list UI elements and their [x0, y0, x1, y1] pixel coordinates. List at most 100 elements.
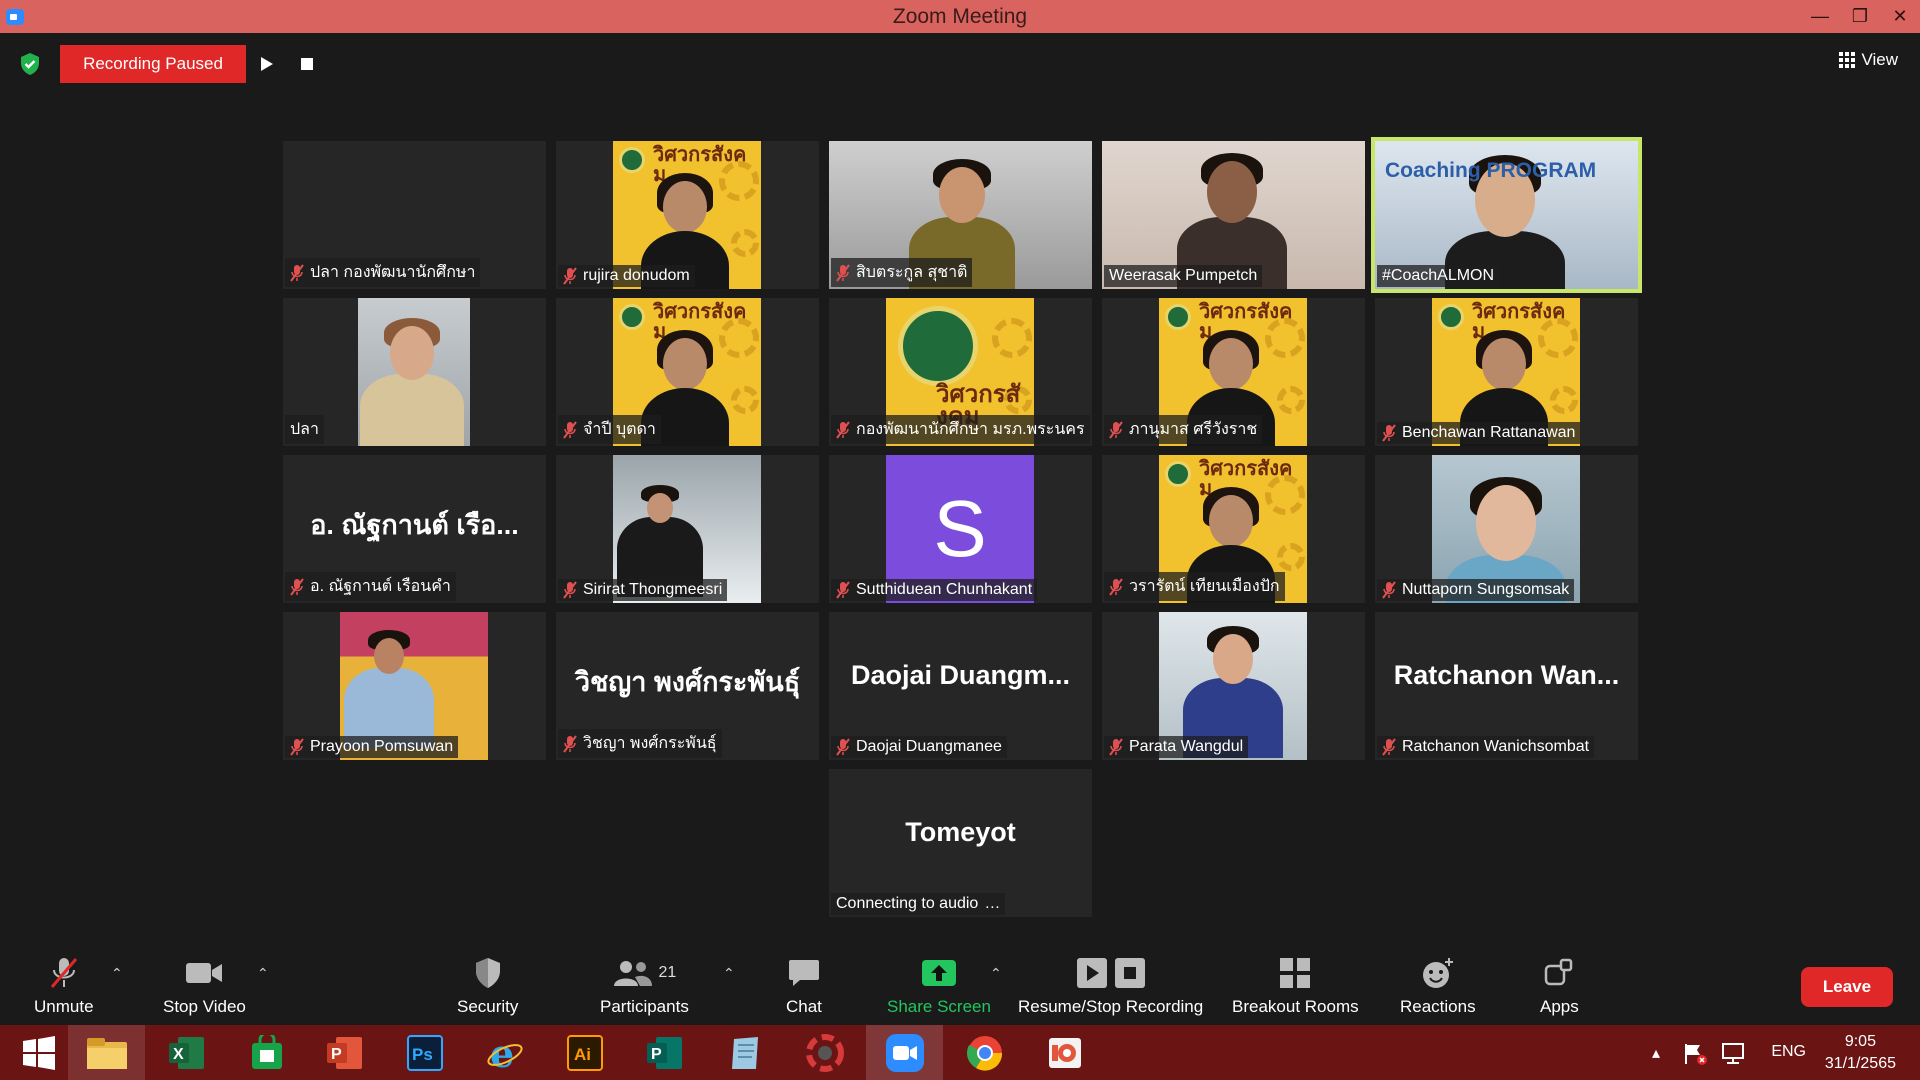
- excel-icon[interactable]: X: [148, 1025, 225, 1080]
- stop-video-button[interactable]: Stop Video: [163, 955, 246, 1017]
- participant-tile[interactable]: วิศวกรสังคม Benchawan Rattanawan: [1375, 298, 1638, 446]
- participant-tile[interactable]: วิชญา พงศ์กระพันธุ์ วิชญา พงศ์กระพันธุ์: [556, 612, 819, 760]
- participant-tile[interactable]: Sirirat Thongmeesri: [556, 455, 819, 603]
- microphone-muted-icon: [1382, 424, 1396, 442]
- participant-tile[interactable]: S Sutthiduean Chunhakant: [829, 455, 1092, 603]
- participant-face: [939, 167, 985, 223]
- window-controls: — ❐ ✕: [1800, 0, 1920, 33]
- network-icon[interactable]: [1720, 1042, 1746, 1066]
- participants-label: Participants: [600, 997, 689, 1016]
- audio-options-chevron-up-icon[interactable]: ⌃: [111, 965, 123, 982]
- participant-tile[interactable]: Parata Wangdul: [1102, 612, 1365, 760]
- participant-face: [1213, 634, 1253, 684]
- minimize-icon[interactable]: —: [1800, 0, 1840, 33]
- participant-tile[interactable]: วิศวกรสังคม จำปี บุตดา: [556, 298, 819, 446]
- participant-tile[interactable]: วิศวกรสังคมกองพัฒนานักศึกษา มรภ.พระนคร: [829, 298, 1092, 446]
- svg-text:P: P: [331, 1046, 342, 1063]
- participant-name: rujira donudom: [583, 267, 690, 284]
- zoom-taskbar-icon[interactable]: [866, 1025, 943, 1080]
- participant-name: วิชญา พงศ์กระพันธุ์: [583, 735, 717, 752]
- file-explorer-icon[interactable]: [68, 1025, 145, 1080]
- loading-dots-icon: …: [984, 895, 1001, 912]
- participant-name: จำปี บุตดา: [583, 421, 656, 438]
- action-center-flag-icon[interactable]: [1682, 1042, 1708, 1066]
- participant-name-tag: สิบตระกูล สุชาติ: [831, 258, 973, 287]
- participant-name: Sirirat Thongmeesri: [583, 581, 723, 598]
- connecting-audio-status: Connecting to audio…: [831, 893, 1006, 915]
- resume-recording-button[interactable]: [248, 45, 286, 83]
- apps-button[interactable]: Apps: [1540, 955, 1579, 1017]
- share-screen-button[interactable]: Share Screen: [887, 955, 991, 1017]
- windows-start-icon[interactable]: [0, 1025, 77, 1080]
- show-hidden-icons-chevron-icon[interactable]: ▴: [1652, 1043, 1660, 1063]
- participant-display-name: Daojai Duangm...: [850, 660, 1071, 690]
- participant-name-tag: Sirirat Thongmeesri: [558, 579, 728, 601]
- breakout-rooms-icon: [1280, 958, 1311, 988]
- office-lens-icon[interactable]: [1026, 1025, 1103, 1080]
- taskbar-clock[interactable]: 9:05 31/1/2565: [1825, 1031, 1896, 1075]
- language-indicator[interactable]: ENG: [1771, 1043, 1806, 1061]
- participant-tile[interactable]: วิศวกรสังคม rujira donudom: [556, 141, 819, 289]
- stop-recording-button[interactable]: [288, 45, 326, 83]
- photoscape-icon[interactable]: [786, 1025, 863, 1080]
- participants-options-chevron-up-icon[interactable]: ⌃: [723, 965, 735, 982]
- participant-name-tag: Daojai Duangmanee: [831, 736, 1007, 758]
- participant-tile[interactable]: Ratchanon Wan... Ratchanon Wanichsombat: [1375, 612, 1638, 760]
- participant-face: [663, 338, 707, 390]
- participant-tile[interactable]: วิศวกรสังคม ภานุมาส ศรีวังราช: [1102, 298, 1365, 446]
- participant-tile[interactable]: ปลา กองพัฒนานักศึกษา: [283, 141, 546, 289]
- participant-name-tag: วิชญา พงศ์กระพันธุ์: [558, 729, 722, 758]
- participant-tile[interactable]: Prayoon Pomsuwan: [283, 612, 546, 760]
- participant-tile[interactable]: อ. ณัฐกานต์ เรือ... อ. ณัฐกานต์ เรือนคำ: [283, 455, 546, 603]
- view-button[interactable]: View: [1839, 50, 1898, 70]
- participant-tile[interactable]: Weerasak Pumpetch: [1102, 141, 1365, 289]
- participant-name: ภานุมาส ศรีวังราช: [1129, 421, 1258, 438]
- photoshop-icon[interactable]: Ps: [386, 1025, 463, 1080]
- microphone-muted-icon: [836, 581, 850, 599]
- restore-icon[interactable]: ❐: [1840, 0, 1880, 33]
- participant-name: กองพัฒนานักศึกษา มรภ.พระนคร: [856, 421, 1085, 438]
- participant-display-name: วิชญา พงศ์กระพันธุ์: [574, 667, 801, 697]
- participant-tile[interactable]: Nuttaporn Sungsomsak: [1375, 455, 1638, 603]
- svg-text:X: X: [173, 1046, 184, 1063]
- store-icon[interactable]: [228, 1025, 305, 1080]
- share-screen-label: Share Screen: [887, 997, 991, 1016]
- internet-explorer-icon[interactable]: e: [466, 1025, 543, 1080]
- share-screen-arrow-icon: [921, 960, 956, 986]
- chrome-icon[interactable]: [946, 1025, 1023, 1080]
- participant-name: วรารัตน์ เทียนเมืองปัก: [1129, 578, 1280, 595]
- stop-icon: [301, 58, 313, 70]
- participant-face: [1476, 485, 1536, 561]
- reactions-smiley-icon: [1422, 958, 1453, 988]
- publisher-icon[interactable]: P: [626, 1025, 703, 1080]
- security-button[interactable]: Security: [457, 955, 518, 1017]
- participant-name-tag: Ratchanon Wanichsombat: [1377, 736, 1595, 758]
- video-options-chevron-up-icon[interactable]: ⌃: [257, 965, 269, 982]
- reactions-button[interactable]: Reactions: [1400, 955, 1476, 1017]
- resume-stop-recording-button[interactable]: Resume/Stop Recording: [1018, 955, 1203, 1017]
- participant-tile[interactable]: วิศวกรสังคม วรารัตน์ เทียนเมืองปัก: [1102, 455, 1365, 603]
- participant-tile[interactable]: ปลา: [283, 298, 546, 446]
- participants-button[interactable]: 21 Participants: [600, 955, 689, 1017]
- close-icon[interactable]: ✕: [1880, 0, 1920, 33]
- participant-name-tag: ภานุมาส ศรีวังราช: [1104, 415, 1263, 444]
- participant-tile[interactable]: Coaching PROGRAM #CoachALMON: [1371, 137, 1642, 293]
- participant-name: #CoachALMON: [1382, 267, 1495, 284]
- participant-tile[interactable]: Daojai Duangm... Daojai Duangmanee: [829, 612, 1092, 760]
- meeting-toolbar: Unmute ⌃ Stop Video ⌃ Security 21 Partic…: [0, 943, 1920, 1025]
- microphone-muted-icon: [290, 577, 304, 596]
- unmute-button[interactable]: Unmute: [34, 955, 94, 1017]
- participant-tile[interactable]: สิบตระกูล สุชาติ: [829, 141, 1092, 289]
- leave-button[interactable]: Leave: [1801, 967, 1893, 1007]
- gear-decoration-icon: [731, 386, 759, 414]
- illustrator-icon[interactable]: Ai: [546, 1025, 623, 1080]
- share-options-chevron-up-icon[interactable]: ⌃: [990, 965, 1002, 982]
- encryption-shield-icon[interactable]: [18, 52, 42, 76]
- breakout-rooms-button[interactable]: Breakout Rooms: [1232, 955, 1359, 1017]
- microphone-muted-icon: [836, 263, 850, 282]
- notepad-icon[interactable]: [706, 1025, 783, 1080]
- svg-text:P: P: [651, 1046, 662, 1063]
- powerpoint-icon[interactable]: P: [306, 1025, 383, 1080]
- chat-button[interactable]: Chat: [786, 955, 822, 1017]
- participant-tile[interactable]: Tomeyot Connecting to audio…: [829, 769, 1092, 917]
